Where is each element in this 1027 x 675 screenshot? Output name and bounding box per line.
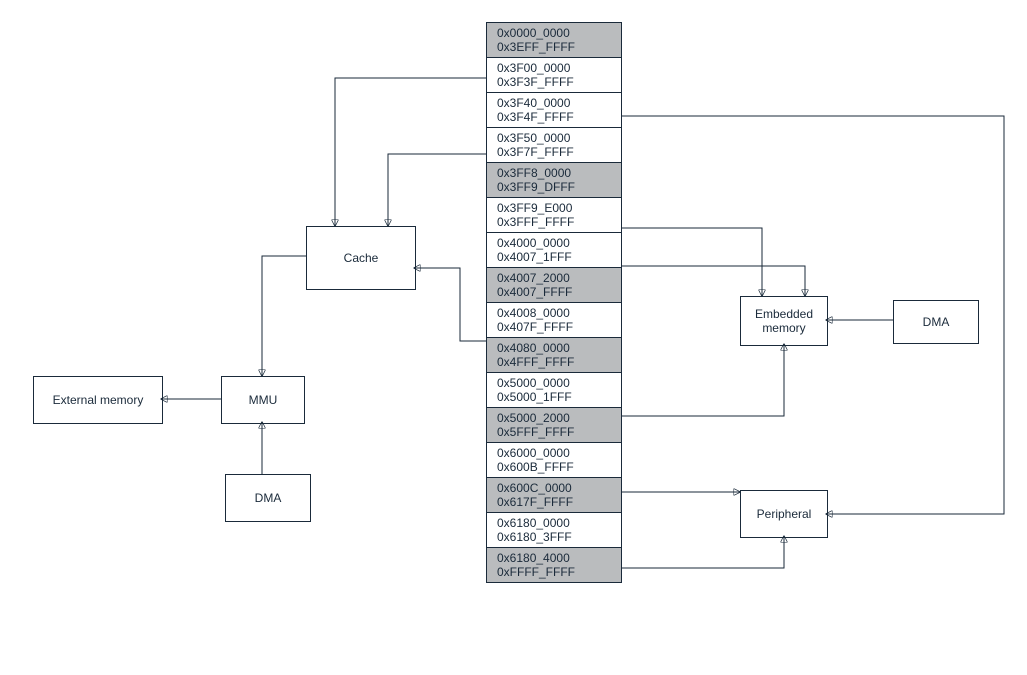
addr-end: 0x6180_3FFF: [497, 530, 613, 544]
address-map: 0x0000_00000x3EFF_FFFF0x3F00_00000x3F3F_…: [486, 22, 622, 583]
dma-left-block: DMA: [225, 474, 311, 522]
addr-end: 0x3FFF_FFFF: [497, 215, 613, 229]
dma-right-block: DMA: [893, 300, 979, 344]
peripheral-label: Peripheral: [757, 507, 812, 521]
addr-start: 0x6180_0000: [497, 516, 613, 530]
external-memory-label: External memory: [53, 393, 144, 407]
addr-start: 0x600C_0000: [497, 481, 613, 495]
addr-end: 0x3F7F_FFFF: [497, 145, 613, 159]
addr-end: 0x4007_FFFF: [497, 285, 613, 299]
addr-row: 0x600C_00000x617F_FFFF: [487, 478, 621, 513]
addr-start: 0x3F00_0000: [497, 61, 613, 75]
addr-start: 0x6180_4000: [497, 551, 613, 565]
addr-start: 0x3F40_0000: [497, 96, 613, 110]
addr-start: 0x6000_0000: [497, 446, 613, 460]
addr-end: 0x3F4F_FFFF: [497, 110, 613, 124]
dma-right-label: DMA: [923, 315, 950, 329]
addr-row: 0x3FF9_E0000x3FFF_FFFF: [487, 198, 621, 233]
addr-row: 0x5000_20000x5FFF_FFFF: [487, 408, 621, 443]
external-memory-block: External memory: [33, 376, 163, 424]
cache-label: Cache: [344, 251, 379, 265]
addr-end: 0x407F_FFFF: [497, 320, 613, 334]
mmu-label: MMU: [249, 393, 278, 407]
addr-end: 0x4007_1FFF: [497, 250, 613, 264]
mmu-block: MMU: [221, 376, 305, 424]
cache-block: Cache: [306, 226, 416, 290]
addr-end: 0x4FFF_FFFF: [497, 355, 613, 369]
addr-start: 0x4008_0000: [497, 306, 613, 320]
addr-row: 0x6000_00000x600B_FFFF: [487, 443, 621, 478]
addr-row: 0x3F40_00000x3F4F_FFFF: [487, 93, 621, 128]
addr-row: 0x3F50_00000x3F7F_FFFF: [487, 128, 621, 163]
addr-start: 0x4000_0000: [497, 236, 613, 250]
addr-start: 0x3F50_0000: [497, 131, 613, 145]
addr-start: 0x4080_0000: [497, 341, 613, 355]
addr-end: 0x617F_FFFF: [497, 495, 613, 509]
addr-start: 0x3FF9_E000: [497, 201, 613, 215]
dma-left-label: DMA: [255, 491, 282, 505]
addr-row: 0x6180_00000x6180_3FFF: [487, 513, 621, 548]
addr-row: 0x3FF8_00000x3FF9_DFFF: [487, 163, 621, 198]
addr-end: 0x5000_1FFF: [497, 390, 613, 404]
addr-end: 0x3EFF_FFFF: [497, 40, 613, 54]
addr-row: 0x3F00_00000x3F3F_FFFF: [487, 58, 621, 93]
addr-row: 0x4007_20000x4007_FFFF: [487, 268, 621, 303]
addr-start: 0x5000_2000: [497, 411, 613, 425]
addr-row: 0x5000_00000x5000_1FFF: [487, 373, 621, 408]
addr-end: 0x600B_FFFF: [497, 460, 613, 474]
peripheral-block: Peripheral: [740, 490, 828, 538]
addr-row: 0x6180_40000xFFFF_FFFF: [487, 548, 621, 582]
addr-start: 0x0000_0000: [497, 26, 613, 40]
addr-end: 0x5FFF_FFFF: [497, 425, 613, 439]
addr-start: 0x5000_0000: [497, 376, 613, 390]
embedded-memory-label: Embeddedmemory: [755, 307, 813, 335]
addr-end: 0x3FF9_DFFF: [497, 180, 613, 194]
addr-end: 0x3F3F_FFFF: [497, 75, 613, 89]
addr-row: 0x0000_00000x3EFF_FFFF: [487, 23, 621, 58]
addr-start: 0x3FF8_0000: [497, 166, 613, 180]
addr-row: 0x4080_00000x4FFF_FFFF: [487, 338, 621, 373]
addr-row: 0x4008_00000x407F_FFFF: [487, 303, 621, 338]
addr-end: 0xFFFF_FFFF: [497, 565, 613, 579]
embedded-memory-block: Embeddedmemory: [740, 296, 828, 346]
addr-start: 0x4007_2000: [497, 271, 613, 285]
addr-row: 0x4000_00000x4007_1FFF: [487, 233, 621, 268]
